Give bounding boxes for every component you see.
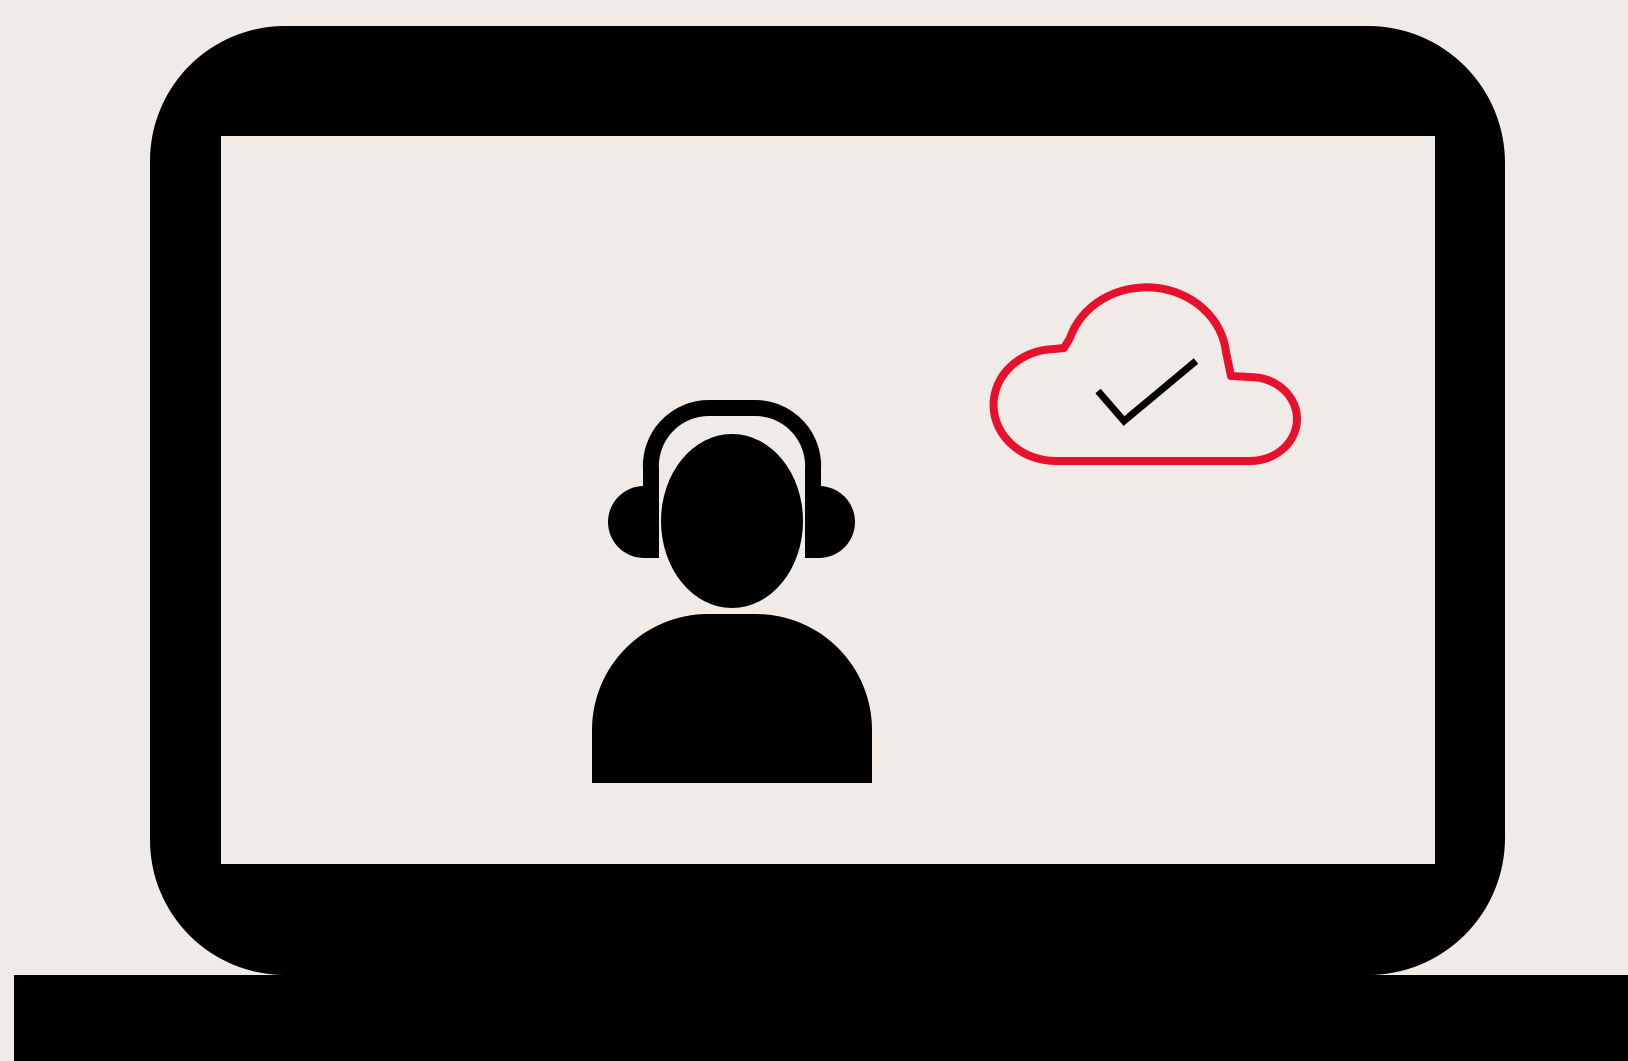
laptop-base	[14, 975, 1628, 1061]
head	[661, 434, 803, 608]
laptop-illustration	[0, 0, 1628, 1061]
